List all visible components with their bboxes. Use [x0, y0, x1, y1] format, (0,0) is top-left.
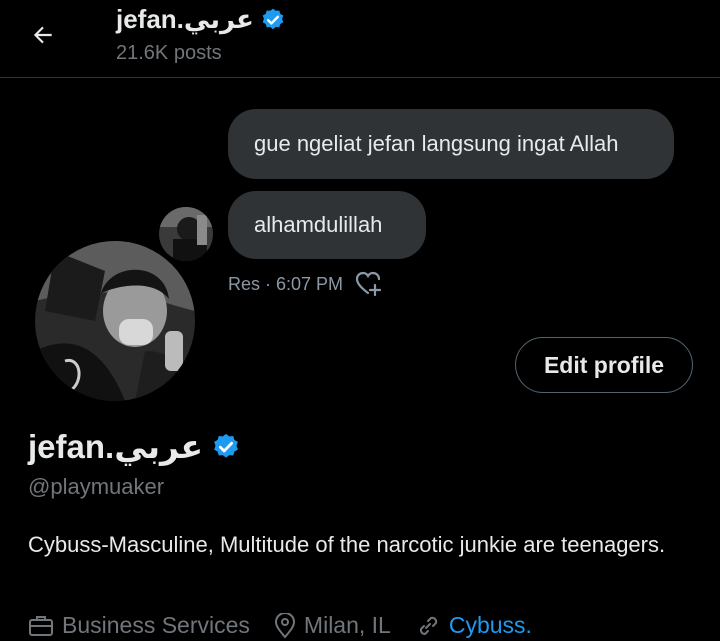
location-item: Milan, IL — [274, 612, 391, 639]
heart-plus-icon[interactable] — [355, 271, 383, 297]
profile-bio: Cybuss-Masculine, Multitude of the narco… — [28, 532, 666, 557]
message-meta: Res · 6:07 PM — [228, 271, 383, 297]
profile-name: jefan.عربي — [28, 428, 204, 465]
website-item[interactable]: Cybuss. — [415, 612, 532, 639]
profile-location: Milan, IL — [303, 612, 391, 638]
message-timestamp: Res · 6:07 PM — [228, 273, 344, 294]
posts-count: 21.6K posts — [116, 42, 222, 64]
location-pin-icon — [274, 612, 295, 639]
profile-website-link[interactable]: Cybuss. — [449, 612, 532, 639]
verified-badge-icon — [262, 8, 284, 29]
message-text: gue ngeliat jefan langsung ingat Allah — [254, 131, 619, 156]
message-avatar — [159, 207, 213, 261]
message-bubble: alhamdulillah — [228, 191, 426, 259]
profile-header: jefan.عربي 21.6K posts — [0, 0, 720, 78]
edit-profile-button[interactable]: Edit profile — [515, 337, 693, 393]
message-text: alhamdulillah — [254, 212, 383, 237]
verified-badge-icon[interactable] — [211, 432, 241, 462]
profile-handle: @playmuaker — [28, 474, 165, 499]
message-bubble: gue ngeliat jefan langsung ingat Allah — [228, 109, 674, 179]
back-arrow-icon — [33, 26, 52, 44]
briefcase-icon — [29, 615, 53, 636]
profile-info-row: Business Services Milan, IL Cybuss. — [28, 612, 556, 639]
back-button[interactable] — [26, 18, 60, 52]
header-title: jefan.عربي — [116, 4, 254, 34]
category-item: Business Services — [28, 612, 250, 639]
header-title-row: jefan.عربي — [116, 4, 286, 35]
profile-name-row: jefan.عربي — [28, 427, 241, 466]
profile-category: Business Services — [62, 612, 250, 638]
profile-avatar[interactable] — [32, 238, 198, 404]
link-icon — [419, 616, 438, 635]
